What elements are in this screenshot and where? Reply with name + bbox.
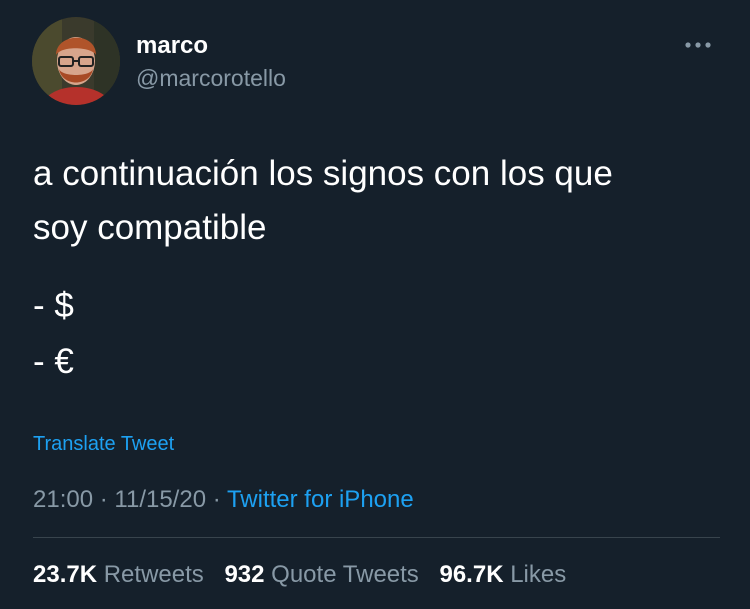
quote-tweets-label: Quote Tweets [271,561,419,588]
tweet-time[interactable]: 21:00 [33,486,93,513]
avatar[interactable] [32,17,120,105]
likes-stat[interactable]: 96.7K Likes [439,561,566,588]
more-options-button[interactable] [678,36,718,56]
retweets-label: Retweets [103,561,204,588]
tweet-list-item: - € [33,342,74,381]
retweets-stat[interactable]: 23.7K Retweets [33,561,204,588]
tweet-date[interactable]: 11/15/20 [114,486,206,513]
tweet-list-item: - $ [33,286,74,325]
quote-tweets-stat[interactable]: 932 Quote Tweets [224,561,418,588]
tweet-text: a continuación los signos con los que so… [33,147,723,255]
likes-count: 96.7K [439,561,504,588]
tweet-list: - $ - € [33,278,74,390]
meta-separator: · [99,486,108,513]
quote-tweets-count: 932 [224,561,265,588]
tweet-text-line: soy compatible [33,208,267,247]
avatar-image [32,17,120,105]
meta-separator: · [212,486,221,513]
likes-label: Likes [510,561,567,588]
more-options-icon [685,42,711,48]
tweet-stats: 23.7K Retweets 932 Quote Tweets 96.7K Li… [33,560,580,590]
retweets-count: 23.7K [33,561,98,588]
tweet-text-line: a continuación los signos con los que [33,154,613,193]
tweet-meta: 21:00 · 11/15/20 · Twitter for iPhone [33,485,414,515]
display-name[interactable]: marco [136,32,208,60]
tweet-source-link[interactable]: Twitter for iPhone [227,486,414,513]
translate-tweet-link[interactable]: Translate Tweet [33,432,174,456]
divider [33,537,720,538]
user-handle[interactable]: @marcorotello [136,64,286,92]
